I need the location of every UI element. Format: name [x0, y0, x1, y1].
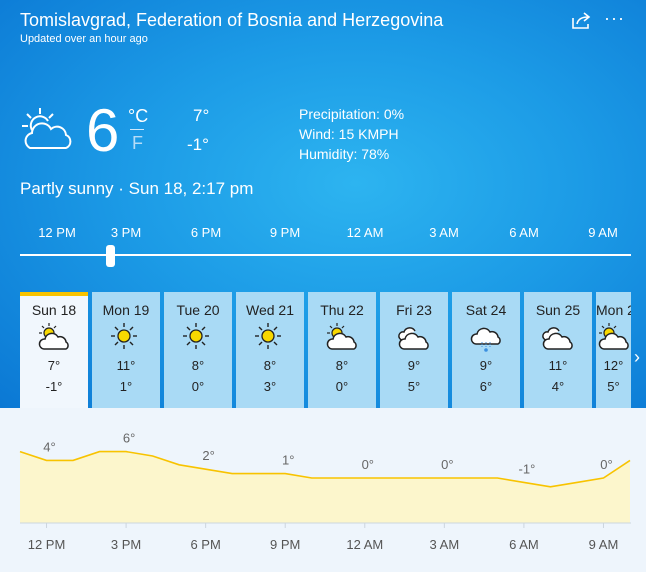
- day-card-tue-20[interactable]: Tue 20 8° 0°: [164, 292, 232, 408]
- day-high: 11°: [116, 358, 136, 373]
- day-low: 6°: [479, 379, 493, 394]
- partly-sunny-icon: [326, 323, 357, 350]
- day-card-fri-23[interactable]: Fri 23 9° 5°: [380, 292, 448, 408]
- day-card-sat-24[interactable]: Sat 24 9° 6°: [452, 292, 520, 408]
- x-tick-label: 3 PM: [111, 537, 141, 552]
- humidity: Humidity: 78%: [299, 146, 390, 162]
- temperature-area: [20, 451, 630, 523]
- data-label: 4°: [43, 439, 55, 454]
- celsius-toggle[interactable]: °C: [128, 106, 148, 127]
- day-high: 8°: [335, 358, 349, 373]
- day-high: 8°: [263, 358, 277, 373]
- updated-text: Updated over an hour ago: [20, 33, 148, 45]
- data-label: 2°: [202, 448, 214, 463]
- day-high: 9°: [407, 358, 421, 373]
- day-high: 9°: [479, 358, 493, 373]
- data-label: -1°: [519, 461, 536, 476]
- x-tick-label: 6 PM: [190, 537, 220, 552]
- day-low: 1°: [119, 379, 133, 394]
- day-high: 7°: [47, 358, 61, 373]
- timeline-label[interactable]: 3 PM: [96, 225, 156, 240]
- day-card-wed-21[interactable]: Wed 21 8° 3°: [236, 292, 304, 408]
- location-title: Tomislavgrad, Federation of Bosnia and H…: [20, 10, 444, 30]
- day-name: Mon 19: [102, 302, 150, 318]
- timeline-label[interactable]: 12 PM: [27, 225, 87, 240]
- day-name: Sun 25: [535, 302, 581, 318]
- day-low: 5°: [407, 379, 421, 394]
- timeline-label[interactable]: 9 AM: [573, 225, 633, 240]
- sunny-icon: [183, 323, 209, 349]
- timeline-label[interactable]: 6 AM: [494, 225, 554, 240]
- x-tick-label: 9 PM: [270, 537, 300, 552]
- fahrenheit-toggle[interactable]: F: [132, 133, 143, 154]
- day-name: Sun 18: [31, 302, 77, 318]
- day-name: Wed 21: [246, 302, 294, 318]
- data-label: 0°: [362, 457, 374, 472]
- unit-divider: [130, 129, 144, 130]
- day-high: 12°: [603, 358, 624, 373]
- day-name: Sat 24: [465, 302, 507, 318]
- data-label: 6°: [123, 431, 135, 446]
- current-temperature: 6: [86, 97, 120, 164]
- data-label: 0°: [600, 457, 612, 472]
- high-temp: 7°: [193, 106, 210, 125]
- x-tick-label: 12 AM: [346, 537, 383, 552]
- day-card-sun-18[interactable]: Sun 18 7° -1°: [20, 292, 88, 408]
- low-temp: -1°: [187, 135, 209, 154]
- day-high: 11°: [548, 358, 568, 373]
- timeline-label[interactable]: 9 PM: [255, 225, 315, 240]
- day-low: 3°: [263, 379, 277, 394]
- share-icon[interactable]: [570, 10, 592, 30]
- partly-sunny-icon: [598, 323, 629, 350]
- partly-sunny-icon: [38, 323, 69, 350]
- x-tick-label: 3 AM: [430, 537, 460, 552]
- cloudy-icon: [542, 327, 573, 350]
- day-card-sun-25[interactable]: Sun 25 11° 4°: [524, 292, 592, 408]
- sunny-icon: [111, 323, 137, 349]
- day-name: Thu 22: [320, 302, 364, 318]
- day-low: 5°: [607, 379, 620, 394]
- next-days-button[interactable]: ›: [634, 347, 640, 368]
- day-low: 4°: [551, 379, 565, 394]
- more-icon[interactable]: ···: [604, 8, 625, 29]
- timeline-label[interactable]: 6 PM: [176, 225, 236, 240]
- light-rain-icon: [470, 327, 501, 352]
- precipitation: Precipitation: 0%: [299, 106, 405, 122]
- time-slider-thumb[interactable]: [106, 245, 115, 267]
- day-card-thu-22[interactable]: Thu 22 8° 0°: [308, 292, 376, 408]
- day-name: Mon 26: [596, 302, 631, 318]
- day-name: Fri 23: [396, 302, 432, 318]
- hourly-temperature-chart: 12 PM 3 PM 6 PM 9 PM 12 AM 3 AM 6 AM 9 AM 4° 6° 2°…: [19, 431, 631, 552]
- cloudy-icon: [398, 327, 429, 350]
- day-high: 8°: [191, 358, 205, 373]
- data-label: 0°: [441, 457, 453, 472]
- partly-sunny-icon: [22, 108, 72, 149]
- x-tick-label: 9 AM: [589, 537, 619, 552]
- x-tick-label: 6 AM: [509, 537, 539, 552]
- day-low: -1°: [45, 379, 63, 394]
- timeline-label[interactable]: 3 AM: [414, 225, 474, 240]
- sunny-icon: [255, 323, 281, 349]
- data-label: 1°: [282, 453, 294, 468]
- day-low: 0°: [191, 379, 205, 394]
- timeline-label[interactable]: 12 AM: [335, 225, 395, 240]
- x-tick-label: 12 PM: [28, 537, 66, 552]
- wind: Wind: 15 KMPH: [299, 126, 399, 142]
- condition-text: Partly sunny · Sun 18, 2:17 pm: [20, 179, 254, 198]
- day-card-mon-19[interactable]: Mon 19 11° 1°: [92, 292, 160, 408]
- day-low: 0°: [335, 379, 349, 394]
- day-card-mon-26[interactable]: Mon 26 12° 5°: [596, 292, 631, 408]
- day-name: Tue 20: [176, 302, 220, 318]
